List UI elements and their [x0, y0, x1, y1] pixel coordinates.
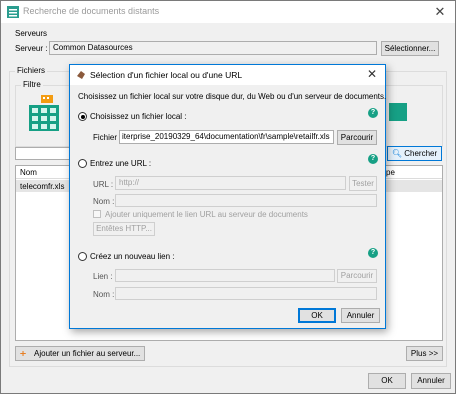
radio-new-link[interactable] — [78, 252, 87, 261]
server-field[interactable]: Common Datasources — [49, 41, 377, 55]
help-icon-link[interactable]: ? — [368, 248, 378, 258]
browse-file-button[interactable]: Parcourir — [337, 130, 377, 145]
app-icon — [7, 6, 19, 18]
url-label: URL : — [93, 180, 114, 189]
search-button[interactable]: 🔍︎ Chercher — [387, 146, 442, 161]
more-button[interactable]: Plus >> — [406, 346, 443, 361]
help-icon-local[interactable]: ? — [368, 108, 378, 118]
radio-url[interactable] — [78, 159, 87, 168]
browse-link-button[interactable]: Parcourir — [337, 269, 377, 283]
dialog-close-icon[interactable]: ✕ — [367, 67, 377, 81]
main-title-bar: Recherche de documents distants ✕ — [1, 1, 455, 23]
new-link-option-label: Créez un nouveau lien : — [90, 252, 175, 261]
dialog-title: Sélection d'un fichier local ou d'une UR… — [90, 70, 243, 80]
url-name-label: Nom : — [93, 197, 115, 206]
help-icon-url[interactable]: ? — [368, 154, 378, 164]
file-label: Fichier : — [93, 133, 122, 142]
url-input[interactable]: http:// — [115, 176, 346, 190]
filter-icon-right — [389, 103, 407, 121]
link-input[interactable] — [115, 269, 335, 282]
search-icon: 🔍︎ — [391, 149, 402, 158]
local-file-option-label: Choisissez un fichier local : — [90, 112, 187, 121]
spreadsheet-icon — [29, 95, 59, 131]
column-header-type[interactable]: pe — [386, 168, 395, 177]
column-header-name[interactable]: Nom — [20, 168, 37, 177]
filter-group-label: Filtre — [21, 80, 43, 89]
http-headers-button[interactable]: Entêtes HTTP... — [93, 222, 155, 236]
add-url-only-label: Ajouter uniquement le lien URL au serveu… — [105, 210, 308, 219]
dialog-title-bar: Sélection d'un fichier local ou d'une UR… — [70, 65, 385, 85]
server-label: Serveur : — [15, 44, 48, 53]
url-option-label: Entrez une URL : — [90, 159, 152, 168]
add-url-only-checkbox[interactable] — [93, 210, 101, 218]
url-name-input[interactable] — [115, 194, 377, 207]
main-ok-button[interactable]: OK — [368, 373, 406, 389]
dialog-ok-button[interactable]: OK — [298, 308, 336, 323]
radio-local-file[interactable] — [78, 112, 87, 121]
file-url-dialog: Sélection d'un fichier local ou d'une UR… — [69, 64, 386, 329]
files-group-label: Fichiers — [15, 66, 48, 75]
main-cancel-button[interactable]: Annuler — [411, 373, 451, 389]
add-file-icon: ➕︎ — [20, 349, 27, 358]
dialog-description: Choisissez un fichier local sur votre di… — [78, 92, 387, 101]
dialog-app-icon — [77, 71, 85, 79]
main-window-title: Recherche de documents distants — [23, 6, 160, 16]
close-icon[interactable]: ✕ — [431, 4, 449, 20]
file-path-input[interactable]: iterprise_20190329_64\documentation\fr\s… — [119, 130, 334, 144]
test-url-button[interactable]: Tester — [349, 176, 377, 191]
servers-group-label: Serveurs — [15, 29, 48, 38]
link-name-label: Nom : — [93, 290, 115, 299]
table-cell-name: telecomfr.xls — [20, 182, 65, 191]
link-name-input[interactable] — [115, 287, 377, 300]
link-label: Lien : — [93, 272, 113, 281]
dialog-cancel-button[interactable]: Annuler — [341, 308, 380, 323]
select-server-button[interactable]: Sélectionner... — [381, 41, 439, 56]
add-file-button[interactable]: ➕︎ Ajouter un fichier au serveur... — [15, 346, 145, 361]
